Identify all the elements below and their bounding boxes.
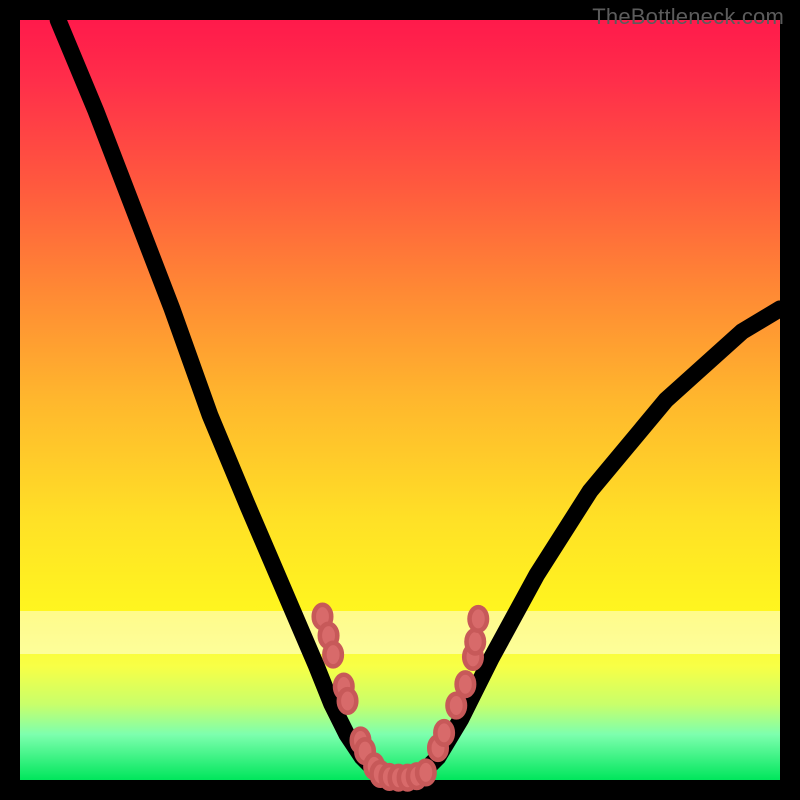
marker-right <box>435 721 452 745</box>
chart-svg <box>20 20 780 780</box>
attribution-text: TheBottleneck.com <box>592 4 784 30</box>
marker-right <box>470 607 487 631</box>
marker-right <box>457 672 474 696</box>
marker-left <box>339 689 356 713</box>
bottleneck-curve <box>58 20 780 780</box>
marker-group <box>314 605 487 790</box>
marker-right <box>467 630 484 654</box>
plot-area <box>20 20 780 780</box>
marker-bottom <box>417 761 434 785</box>
marker-left <box>324 643 341 667</box>
chart-frame: TheBottleneck.com <box>0 0 800 800</box>
